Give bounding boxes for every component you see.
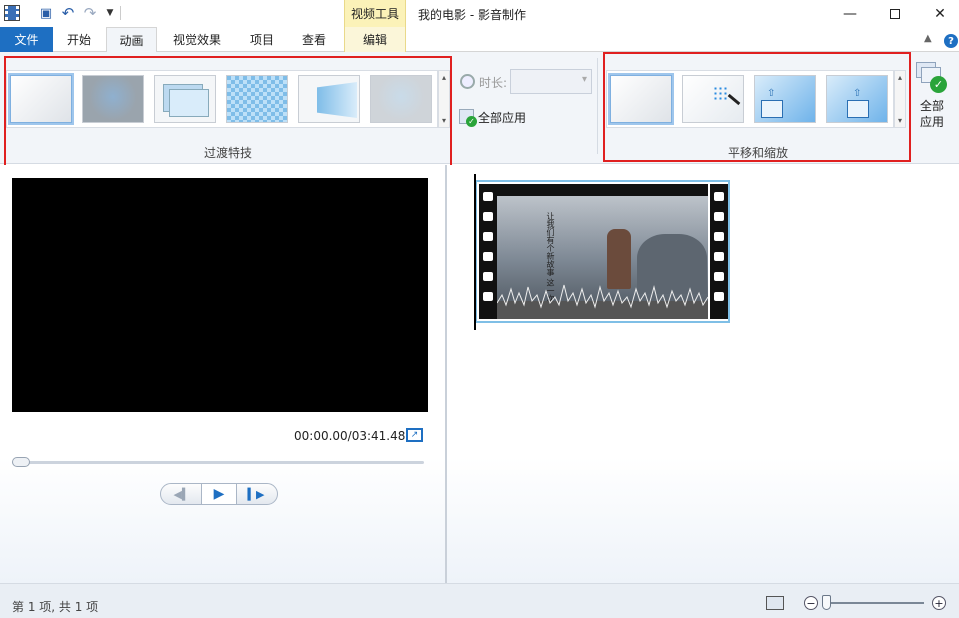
save-icon[interactable]: ▣ [38,5,54,21]
storyboard-view-icon[interactable] [766,596,784,610]
video-preview-screen[interactable] [12,178,428,412]
film-strip-right [710,184,728,319]
status-bar: 第 1 项, 共 1 项 − + [0,583,959,618]
window-title: 我的电影 - 影音制作 [418,8,526,22]
status-item-count: 第 1 项, 共 1 项 [12,600,99,614]
minimize-button[interactable]: — [827,0,873,27]
clip-thumbnail: 让我们有个新故事 这一次 [497,184,708,319]
video-tools-context-header: 视频工具 [344,0,406,27]
tab-home[interactable]: 开始 [57,27,101,52]
film-strip-left [479,184,497,319]
tab-edit[interactable]: 编辑 [344,27,406,52]
app-film-icon[interactable] [4,5,20,21]
ribbon-tabs: 文件 开始 动画 视觉效果 项目 查看 编辑 [0,27,959,53]
tab-project[interactable]: 项目 [240,27,284,52]
maximize-icon [890,8,900,19]
tab-visual-effects[interactable]: 视觉效果 [162,27,232,52]
storyboard-playhead[interactable] [474,174,476,330]
video-clip[interactable]: 让我们有个新故事 这一次 [475,180,730,323]
close-button[interactable]: ✕ [917,0,959,27]
redo-icon[interactable]: ↷ [82,4,98,22]
transitions-highlight-box [4,56,452,170]
title-bar: ▣ ↶ ↷ ▼ 视频工具 我的电影 - 影音制作 — ✕ [0,0,959,27]
apply-all-small-icon[interactable]: ✓ [459,109,477,127]
tab-file[interactable]: 文件 [0,27,53,52]
duration-label: 时长: [479,76,508,90]
duration-input[interactable] [510,69,592,94]
preview-pane: 00:00.00/03:41.48 ↗ ◀▍ ▶ ▍▶ [0,165,445,583]
audio-waveform [497,284,708,319]
zoom-out-icon[interactable]: − [804,596,818,610]
clip-caption-col1: 让我们有个新故事 [546,212,555,276]
quick-access-separator [120,6,121,20]
zoom-slider-thumb[interactable] [822,595,831,610]
seek-track[interactable] [12,461,424,464]
play-button[interactable]: ▶ [201,484,237,504]
playback-controls: ◀▍ ▶ ▍▶ [160,483,278,505]
apply-all-transitions-button[interactable]: 全部应用 [478,109,526,126]
zoom-slider-track[interactable] [822,602,924,604]
seek-thumb[interactable] [12,457,30,467]
ribbon-collapse-icon[interactable]: ▲ [924,33,932,44]
apply-all-pan-zoom-button[interactable]: 全部应用 [916,98,948,130]
zoom-in-icon[interactable]: + [932,596,946,610]
previous-frame-button[interactable]: ◀▍ [167,484,197,504]
fullscreen-icon[interactable]: ↗ [406,428,423,442]
timecode: 00:00.00/03:41.48 [294,429,406,443]
apply-all-big-icon[interactable]: ✓ [916,62,947,93]
help-icon[interactable]: ? [944,34,958,48]
tab-view[interactable]: 查看 [292,27,336,52]
undo-icon[interactable]: ↶ [60,4,76,22]
storyboard-pane: 让我们有个新故事 这一次 [447,165,959,583]
stopwatch-icon [460,74,475,89]
ribbon-separator [597,58,598,154]
next-frame-button[interactable]: ▍▶ [241,484,271,504]
tab-animations[interactable]: 动画 [106,27,157,53]
quick-access-dropdown-icon[interactable]: ▼ [102,5,118,21]
maximize-button[interactable] [872,0,918,27]
pan-zoom-highlight-box [603,52,911,162]
